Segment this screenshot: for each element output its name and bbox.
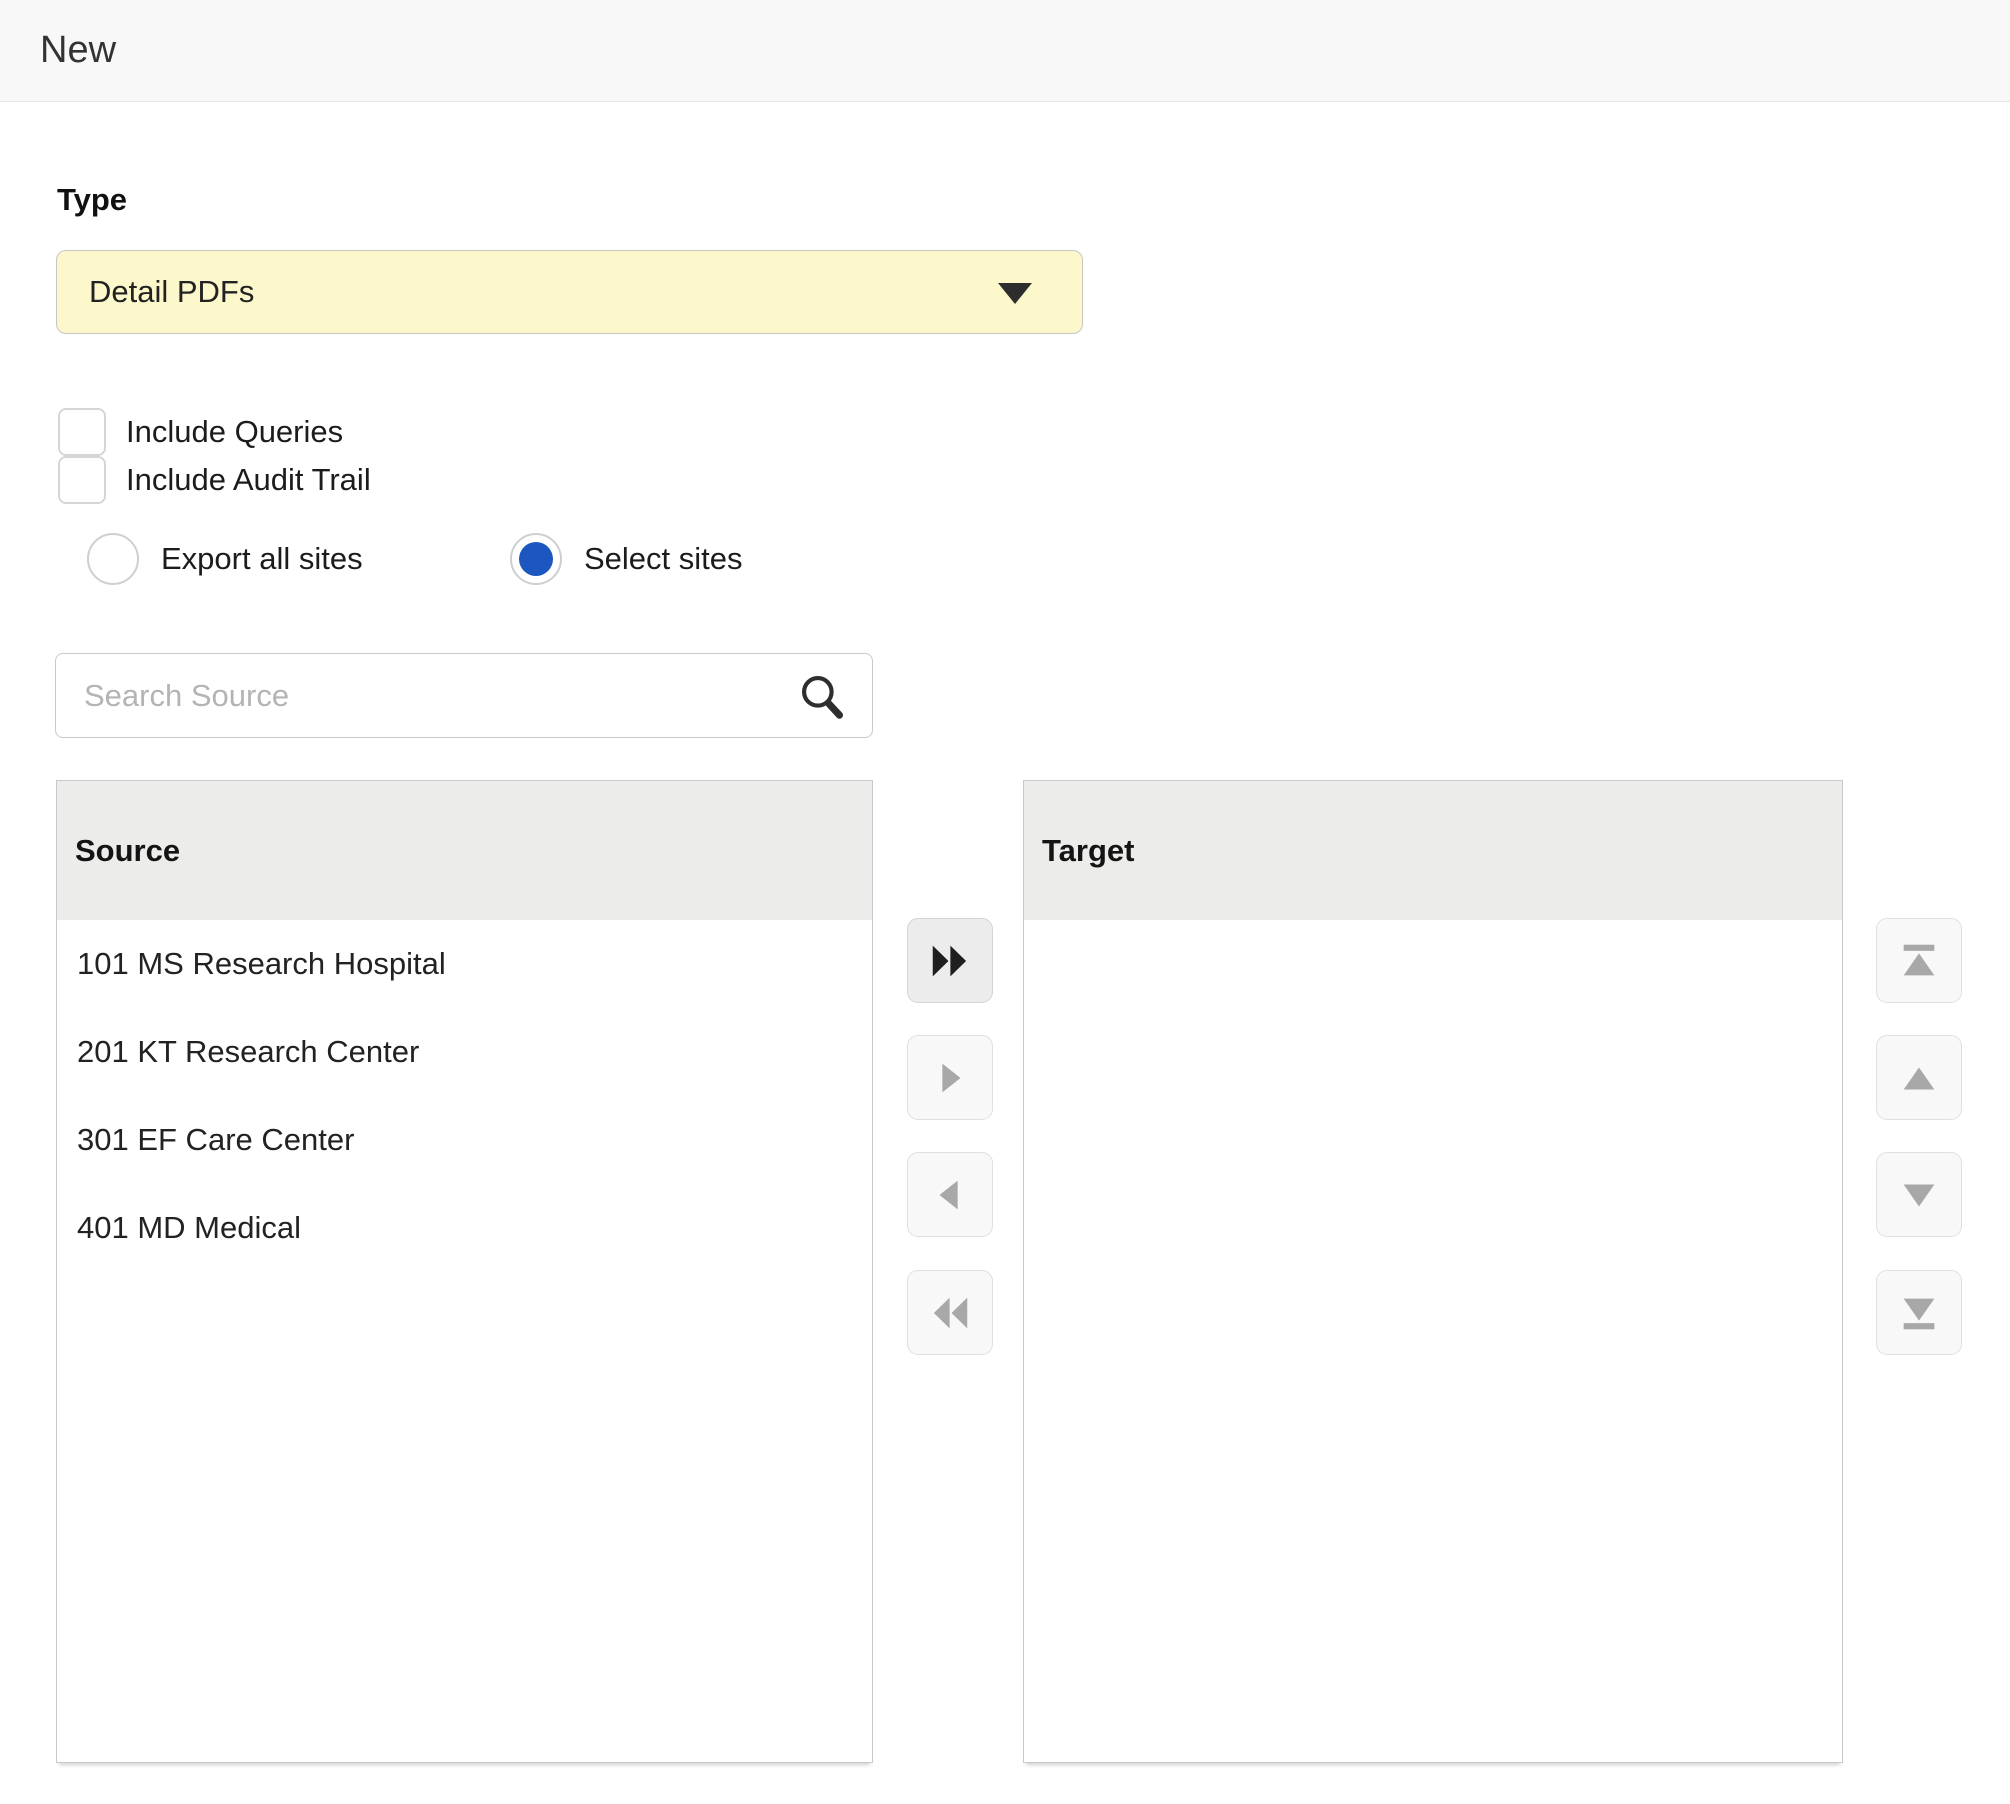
search-source-wrap [55, 653, 873, 738]
target-listbox-title: Target [1042, 833, 1134, 869]
type-label: Type [57, 182, 127, 218]
include-audit-trail-row: Include Audit Trail [58, 456, 371, 504]
export-all-sites-option: Export all sites [87, 533, 363, 585]
move-to-bottom-button[interactable] [1876, 1270, 1962, 1355]
double-arrow-right-icon [927, 938, 973, 984]
target-listbox: Target [1023, 780, 1843, 1763]
move-up-button[interactable] [1876, 1035, 1962, 1120]
arrow-up-to-bar-icon [1896, 938, 1942, 984]
move-all-right-button[interactable] [907, 918, 993, 1003]
include-queries-row: Include Queries [58, 408, 343, 456]
export-all-sites-radio[interactable] [87, 533, 139, 585]
select-sites-radio[interactable] [510, 533, 562, 585]
arrow-right-icon [927, 1055, 973, 1101]
list-item[interactable]: 101 MS Research Hospital [57, 920, 872, 1008]
select-sites-option: Select sites [510, 533, 743, 585]
search-source-input[interactable] [55, 653, 873, 738]
include-queries-checkbox[interactable] [58, 408, 106, 456]
arrow-up-icon [1896, 1055, 1942, 1101]
type-dropdown-value: Detail PDFs [89, 274, 254, 310]
source-listbox: Source 101 MS Research Hospital 201 KT R… [56, 780, 873, 1763]
source-listbox-header: Source [57, 781, 872, 920]
move-left-button[interactable] [907, 1152, 993, 1237]
arrow-left-icon [927, 1172, 973, 1218]
move-all-left-button[interactable] [907, 1270, 993, 1355]
double-arrow-left-icon [927, 1290, 973, 1336]
source-listbox-items: 101 MS Research Hospital 201 KT Research… [57, 920, 872, 1762]
chevron-down-icon [998, 283, 1032, 304]
list-item[interactable]: 301 EF Care Center [57, 1096, 872, 1184]
type-dropdown[interactable]: Detail PDFs [56, 250, 1083, 334]
include-audit-trail-checkbox[interactable] [58, 456, 106, 504]
move-to-top-button[interactable] [1876, 918, 1962, 1003]
radio-selected-dot [519, 542, 553, 576]
include-queries-label: Include Queries [126, 414, 343, 450]
include-audit-trail-label: Include Audit Trail [126, 462, 371, 498]
page-title: New [40, 0, 116, 100]
list-item[interactable]: 201 KT Research Center [57, 1008, 872, 1096]
move-down-button[interactable] [1876, 1152, 1962, 1237]
export-all-sites-label: Export all sites [161, 541, 363, 577]
list-item[interactable]: 401 MD Medical [57, 1184, 872, 1272]
arrow-down-to-bar-icon [1896, 1290, 1942, 1336]
page-header: New [0, 0, 2010, 102]
arrow-down-icon [1896, 1172, 1942, 1218]
move-right-button[interactable] [907, 1035, 993, 1120]
target-listbox-header: Target [1024, 781, 1842, 920]
select-sites-label: Select sites [584, 541, 743, 577]
target-listbox-items [1024, 920, 1842, 1762]
source-listbox-title: Source [75, 833, 180, 869]
